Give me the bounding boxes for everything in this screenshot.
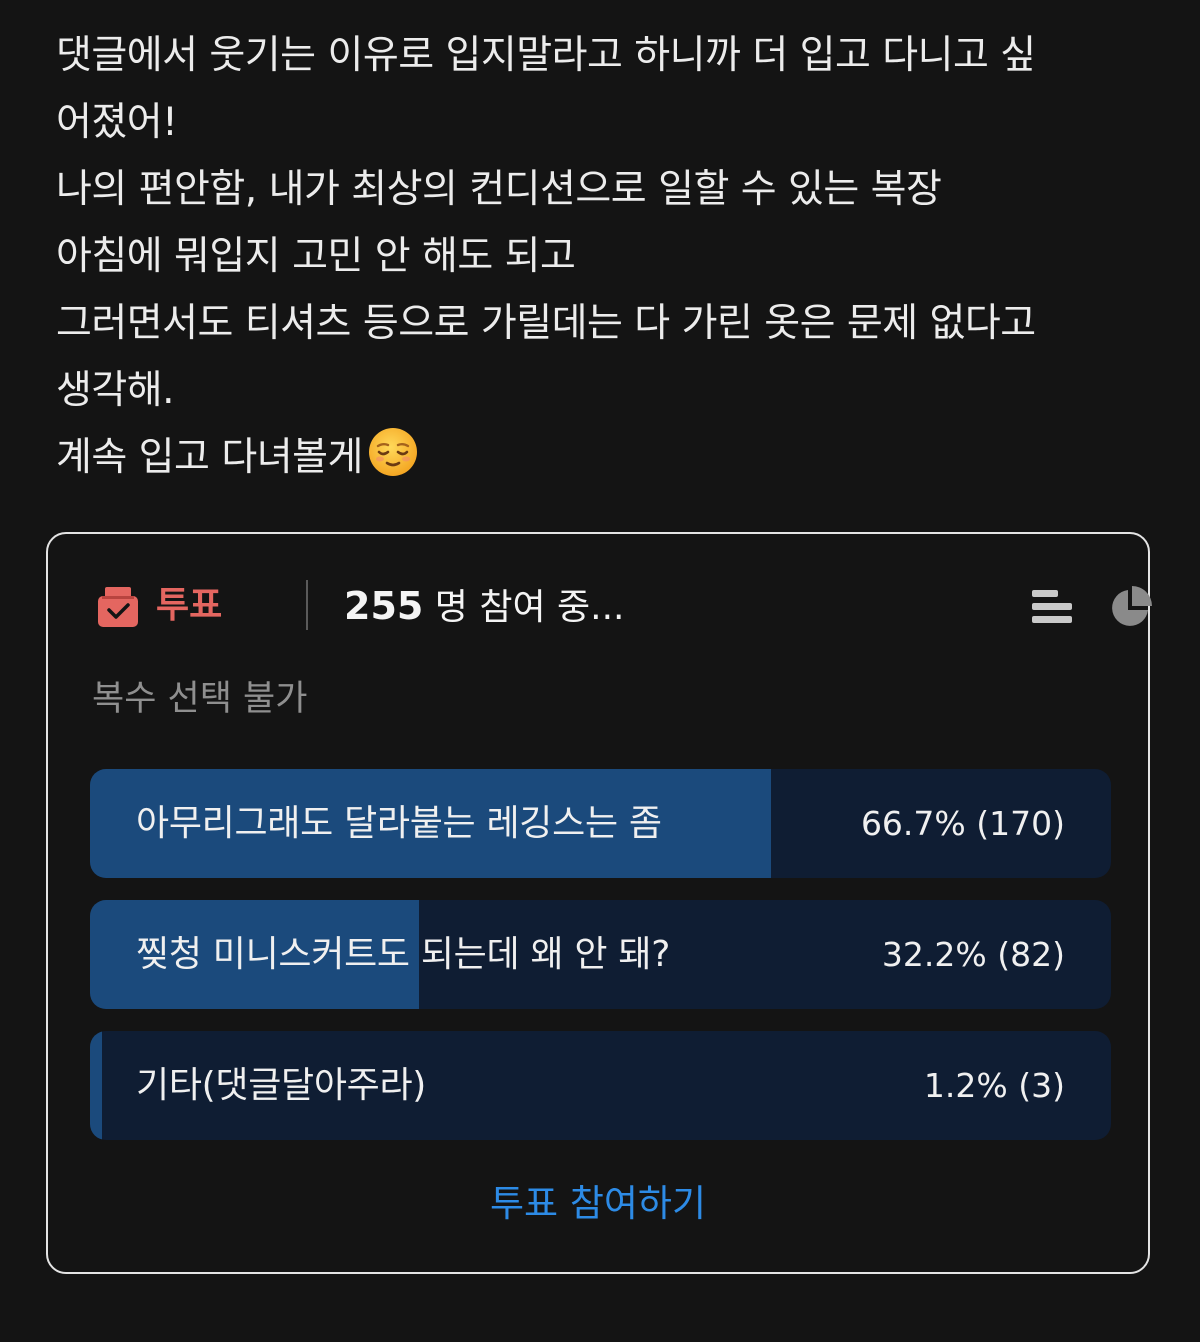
post-text-line-last: 계속 입고 다녀볼게 [56,424,1156,491]
option-fill-bar [90,1031,103,1140]
pie-chart-icon [1112,586,1152,626]
poll-label: 투표 [156,585,223,626]
post-text-line: 어졌어! [56,100,178,145]
chart-view-button[interactable] [1108,586,1152,630]
participant-status: 255 명 참여 중... [344,578,624,636]
poll-option-2[interactable]: 찢청 미니스커트도 되는데 왜 안 돼? 32.2% (82) [90,900,1111,1009]
participant-count: 255 [344,584,424,628]
option-label: 찢청 미니스커트도 되는데 왜 안 돼? [136,934,671,975]
poll-option-1[interactable]: 아무리그래도 달라붙는 레깅스는 좀 66.7% (170) [90,769,1111,878]
ballot-box-icon [96,585,140,629]
poll-card: 투표 255 명 참여 중... 복수 선택 불가 아무리그래도 달라붙는 레깅… [46,532,1152,1274]
post-text-line: 생각해. [56,368,175,413]
option-result: 32.2% (82) [881,935,1065,974]
join-poll-button[interactable]: 투표 참여하기 [48,1174,1148,1234]
option-label: 기타(댓글달아주라) [136,1065,427,1106]
list-view-icon [1032,590,1072,623]
post-text-line: 그러면서도 티셔츠 등으로 가릴데는 다 가린 옷은 문제 없다고 [56,301,1036,346]
post-text-line: 아침에 뭐입지 고민 안 해도 되고 [56,234,576,279]
option-result: 66.7% (170) [860,804,1065,843]
post-text: 계속 입고 다녀볼게 [56,435,363,480]
header-divider [306,580,308,630]
option-label: 아무리그래도 달라붙는 레깅스는 좀 [136,803,662,844]
list-view-button[interactable] [1032,588,1072,628]
participant-suffix: 명 참여 중... [423,587,625,628]
multi-select-note: 복수 선택 불가 [92,679,308,719]
poll-option-3[interactable]: 기타(댓글달아주라) 1.2% (3) [90,1031,1111,1140]
post-text-line: 댓글에서 웃기는 이유로 입지말라고 하니까 더 입고 다니고 싶 [56,33,1036,78]
relieved-face-emoji-icon [367,426,419,499]
post-body: 댓글에서 웃기는 이유로 입지말라고 하니까 더 입고 다니고 싶 어졌어! 나… [56,22,1156,491]
poll-header: 투표 255 명 참여 중... [96,578,1152,636]
post-text-line: 나의 편안함, 내가 최상의 컨디션으로 일할 수 있는 복장 [56,167,942,212]
option-result: 1.2% (3) [923,1066,1065,1105]
